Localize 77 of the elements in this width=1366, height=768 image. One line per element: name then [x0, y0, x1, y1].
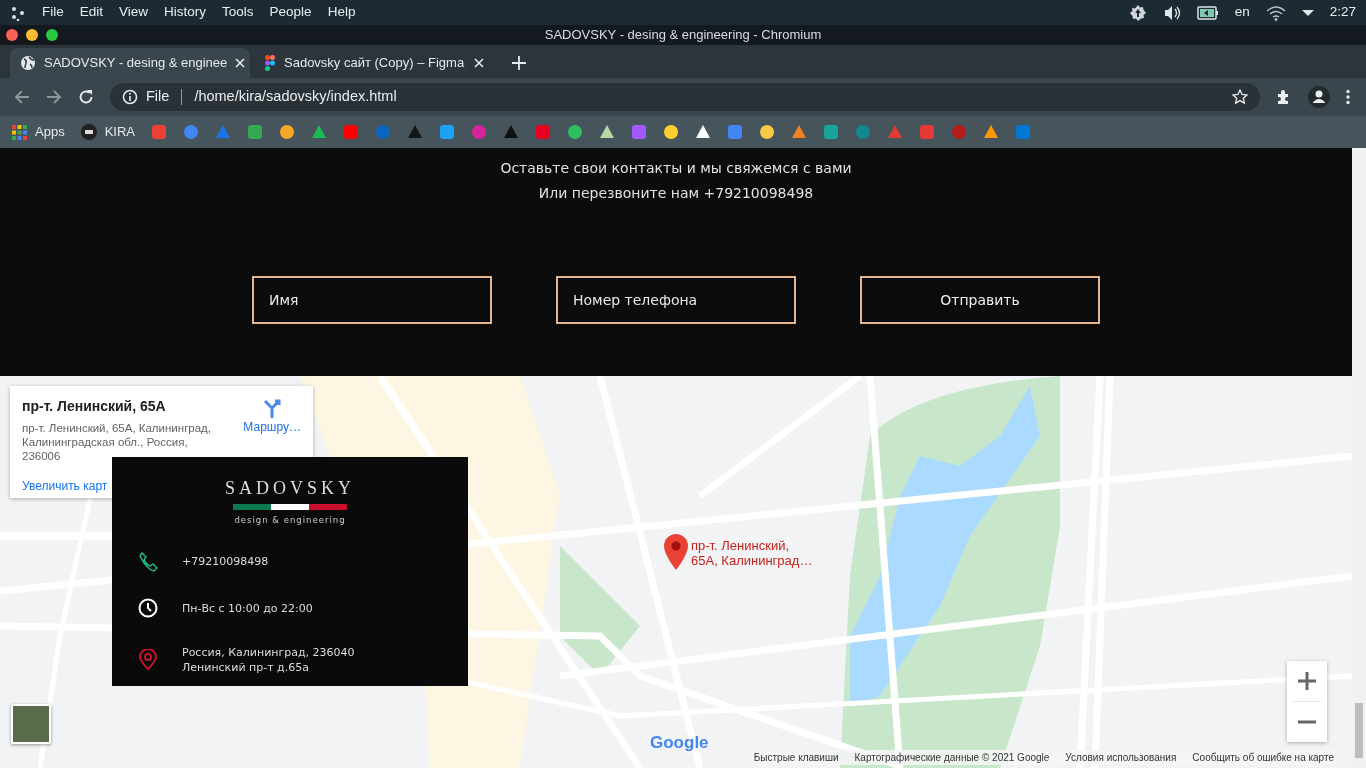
- map-pin-icon[interactable]: [663, 533, 689, 571]
- brand-tagline: design & engineering: [234, 514, 346, 527]
- scrollbar[interactable]: [1352, 148, 1366, 768]
- bookmark-icon[interactable]: [599, 124, 615, 140]
- bookmark-icon[interactable]: [983, 124, 999, 140]
- keyboard-layout-indicator[interactable]: en: [1234, 2, 1250, 23]
- minus-icon: [1298, 720, 1316, 724]
- wifi-icon[interactable]: [1265, 4, 1286, 21]
- bookmark-icon[interactable]: [695, 124, 711, 140]
- figma-logo-icon: [264, 55, 276, 71]
- star-icon[interactable]: [1232, 89, 1248, 105]
- minimize-button[interactable]: [26, 29, 38, 41]
- forward-icon[interactable]: [46, 89, 62, 105]
- phone-icon: [138, 550, 158, 572]
- submit-button[interactable]: Отправить: [860, 276, 1100, 324]
- round-logo-icon: [80, 124, 97, 140]
- globe-icon: [20, 55, 36, 71]
- maximize-button[interactable]: [46, 29, 58, 41]
- place-title: пр-т. Ленинский, 65А: [22, 397, 167, 416]
- bookmark-icon[interactable]: [567, 124, 583, 140]
- profile-icon[interactable]: [1308, 86, 1330, 108]
- clock: 2:27: [1329, 3, 1356, 22]
- caret-icon[interactable]: [1301, 8, 1314, 17]
- update-icon[interactable]: [1128, 3, 1147, 22]
- speaker-icon[interactable]: [1162, 4, 1181, 21]
- map-footer-link[interactable]: Быстрые клавиши: [753, 750, 839, 765]
- menu-item[interactable]: People: [261, 2, 320, 23]
- enlarge-map-link[interactable]: Увеличить карт: [22, 477, 108, 495]
- zoom-out-button[interactable]: [1287, 702, 1327, 742]
- map-logo: Google: [650, 732, 709, 754]
- pin-label: пр-т. Ленинский, 65А, Калининград…: [691, 538, 813, 568]
- contact-detail: Пн-Вс с 10:00 до 22:00: [182, 600, 313, 616]
- brand-name: SADOVSKY: [225, 477, 355, 500]
- browser-tab[interactable]: Sadovsky сайт (Copy) – Figma: [254, 48, 494, 78]
- contact-detail: +79210098498: [182, 553, 269, 569]
- fork-arrow-icon: [262, 398, 283, 418]
- bookmark-icon[interactable]: [663, 124, 679, 140]
- launcher-icon[interactable]: [10, 4, 26, 21]
- contact-text: Или перезвоните нам +79210098498: [538, 184, 814, 203]
- map-footer-link[interactable]: Картографические данные © 2021 Google: [854, 750, 1050, 765]
- window-title: SADOVSKY - desing & engineering - Chromium: [544, 26, 822, 45]
- apps-grid-icon: [12, 124, 27, 140]
- map-footer-link[interactable]: Сообщить об ошибке на карте: [1192, 750, 1334, 765]
- clock-icon: [138, 597, 158, 619]
- input-field[interactable]: Имя: [252, 276, 492, 324]
- reload-icon[interactable]: [78, 89, 94, 105]
- bookmark-link[interactable]: Apps: [12, 122, 65, 142]
- menu-item[interactable]: File: [34, 2, 72, 23]
- contact-detail: Россия, Калининград, 236040 Ленинский пр-т д.65а: [182, 644, 355, 675]
- close-button[interactable]: [6, 29, 18, 41]
- bookmark-link[interactable]: KIRA: [80, 122, 135, 142]
- bookmark-icon[interactable]: [279, 124, 295, 140]
- menu-item[interactable]: View: [111, 2, 157, 23]
- input-field[interactable]: Номер телефона: [556, 276, 796, 324]
- place-address: пр-т. Ленинский, 65А, Калининград, Калининградская обл., Россия, 236006: [22, 421, 213, 463]
- zoom-in-button[interactable]: [1287, 661, 1327, 701]
- contact-text: Оставьте свои контакты и мы свяжемся с вами: [500, 159, 852, 178]
- menu-item[interactable]: Edit: [71, 2, 112, 23]
- new-tab-icon[interactable]: [512, 56, 526, 70]
- directions-link[interactable]: Маршру…: [243, 398, 301, 436]
- back-icon[interactable]: [14, 89, 30, 105]
- bookmark-icon[interactable]: [759, 124, 775, 140]
- info-icon[interactable]: [122, 89, 138, 105]
- flag-stripe-icon: [233, 504, 347, 510]
- address-bar[interactable]: File /home/kira/sadovsky/index.html: [110, 83, 1260, 111]
- battery-icon[interactable]: [1196, 5, 1219, 20]
- menu-item[interactable]: History: [156, 2, 215, 23]
- menu-item[interactable]: Tools: [214, 2, 262, 23]
- browser-tab[interactable]: SADOVSKY - desing & enginee: [10, 48, 250, 78]
- close-icon[interactable]: [474, 58, 484, 68]
- location-pin-icon: [138, 649, 158, 671]
- satellite-toggle[interactable]: [11, 704, 51, 744]
- close-icon[interactable]: [235, 58, 246, 68]
- map-footer-link[interactable]: Условия использования: [1065, 750, 1177, 765]
- menu-icon[interactable]: [1346, 89, 1350, 105]
- menu-item[interactable]: Help: [319, 2, 364, 23]
- plus-icon: [1298, 672, 1316, 690]
